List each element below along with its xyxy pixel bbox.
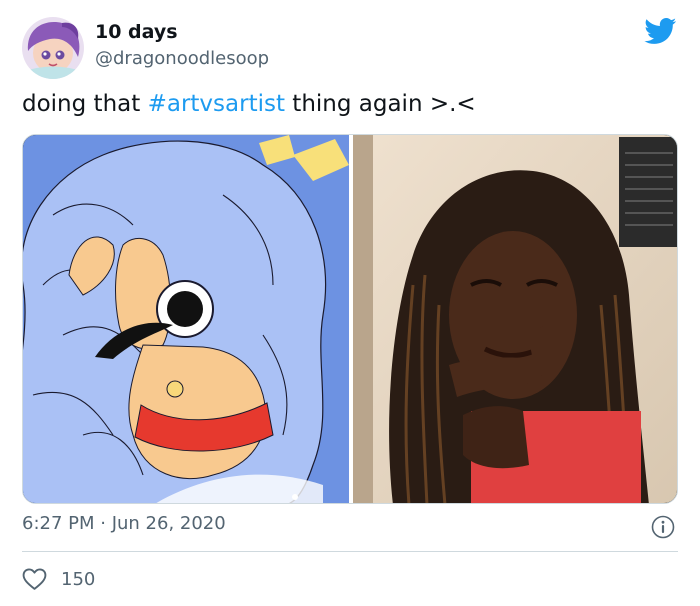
like-button[interactable]: 150: [22, 566, 95, 592]
display-name[interactable]: 10 days: [95, 21, 178, 43]
tweet-text-before: doing that: [22, 91, 148, 117]
heart-icon: [22, 568, 47, 590]
user-handle[interactable]: @dragonoodlesoop: [95, 48, 269, 69]
drawing-image[interactable]: [23, 135, 349, 503]
media-grid: [22, 134, 678, 504]
twitter-bird-icon[interactable]: [644, 18, 677, 45]
avatar[interactable]: [22, 17, 84, 79]
tweet-text-after: thing again >.<: [284, 91, 476, 117]
like-count: 150: [61, 568, 96, 590]
tweet-text: doing that #artvsartist thing again >.<: [22, 91, 476, 117]
hashtag-link[interactable]: #artvsartist: [148, 91, 285, 117]
action-divider: [22, 551, 678, 552]
photo-image[interactable]: [353, 135, 677, 503]
tweet-card: 10 days @dragonoodlesoop doing that #art…: [0, 0, 700, 606]
info-icon[interactable]: [651, 515, 675, 539]
tweet-timestamp[interactable]: 6:27 PM · Jun 26, 2020: [22, 513, 226, 534]
